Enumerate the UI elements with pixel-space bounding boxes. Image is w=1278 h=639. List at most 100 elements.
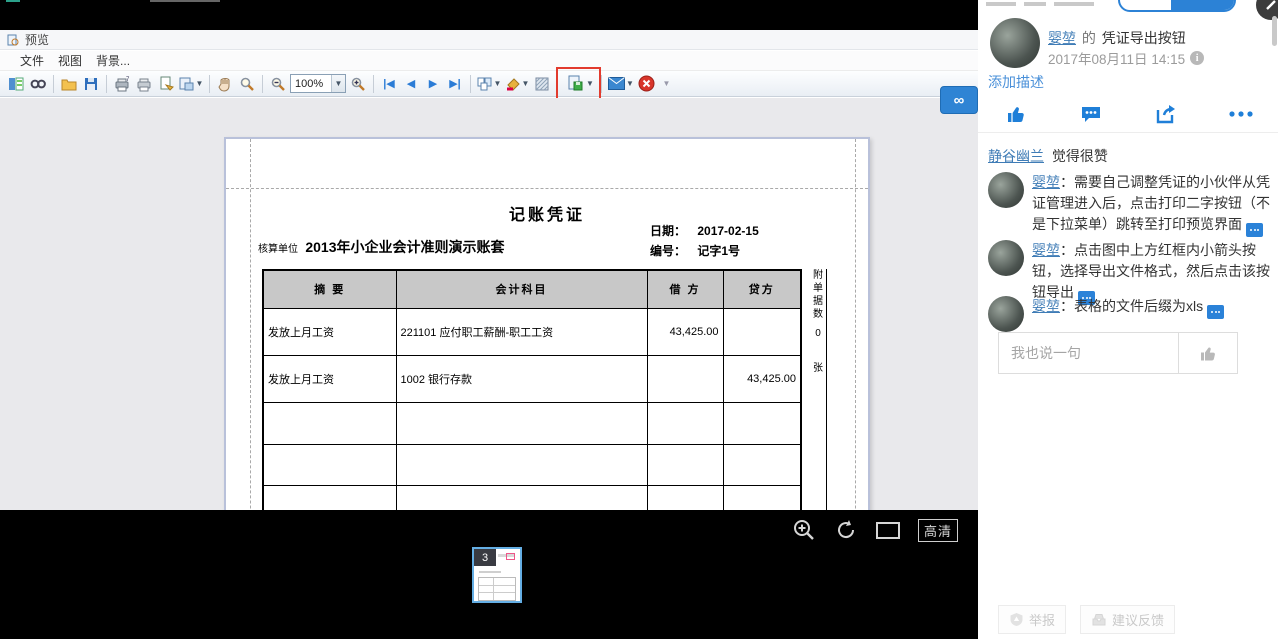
attach-unit: 张 bbox=[810, 362, 826, 375]
col-header-credit: 贷方 bbox=[723, 270, 801, 308]
margin-guide bbox=[226, 188, 868, 189]
export-dropdown-arrow[interactable]: ▼ bbox=[586, 79, 594, 88]
save-icon[interactable] bbox=[81, 74, 101, 94]
liker-link[interactable]: 静谷幽兰 bbox=[988, 148, 1044, 164]
date-value: 2017-02-15 bbox=[697, 224, 758, 238]
cut-text-fragment bbox=[1024, 2, 1046, 6]
multi-page-view-icon[interactable]: ▼ bbox=[476, 74, 502, 94]
commenter-avatar[interactable] bbox=[988, 296, 1024, 332]
hd-toggle-button[interactable]: 高清 bbox=[918, 519, 958, 542]
zoom-out-icon[interactable] bbox=[268, 74, 288, 94]
find-icon[interactable] bbox=[28, 74, 48, 94]
share-icon[interactable] bbox=[1153, 101, 1179, 127]
commenter-link[interactable]: 婴堃 bbox=[1032, 242, 1060, 258]
cell-debit bbox=[647, 355, 723, 402]
table-row bbox=[263, 402, 801, 444]
unit-label: 核算单位 bbox=[258, 244, 298, 255]
document-page: 记账凭证 日期： 2017-02-15 核算单位 2013年小企业会计准则演示账… bbox=[224, 137, 870, 510]
cell-account: 221101 应付职工薪酬-职工工资 bbox=[396, 308, 647, 355]
feedback-label: 建议反馈 bbox=[1112, 610, 1164, 629]
viewer-zoom-in-icon[interactable] bbox=[792, 518, 816, 542]
commenter-avatar[interactable] bbox=[988, 172, 1024, 208]
svg-text:7: 7 bbox=[126, 77, 130, 83]
print-settings-icon[interactable]: 7 bbox=[112, 74, 132, 94]
accounting-unit: 核算单位 2013年小企业会计准则演示账套 bbox=[258, 237, 505, 257]
export-icon[interactable] bbox=[565, 74, 585, 94]
post-actions bbox=[978, 96, 1278, 133]
zoom-tool-icon[interactable] bbox=[237, 74, 257, 94]
attach-count-column: 附单据数 0 张 bbox=[810, 269, 827, 510]
attach-value: 0 bbox=[810, 327, 826, 340]
col-header-account: 会计科目 bbox=[396, 270, 647, 308]
comment-icon[interactable] bbox=[1078, 101, 1104, 127]
comment-body: 表格的文件后缀为xls bbox=[1074, 298, 1203, 314]
more-icon[interactable] bbox=[1228, 101, 1254, 127]
info-icon[interactable]: i bbox=[1190, 51, 1204, 65]
zoom-in-icon[interactable] bbox=[348, 74, 368, 94]
thumb-mini-table bbox=[478, 577, 516, 601]
commenter-avatar[interactable] bbox=[988, 240, 1024, 276]
post-author-link[interactable]: 婴堃 bbox=[1048, 30, 1076, 46]
print-icon[interactable] bbox=[134, 74, 154, 94]
cut-toggle-button[interactable] bbox=[1118, 0, 1236, 12]
open-icon[interactable] bbox=[59, 74, 79, 94]
send-like-button[interactable] bbox=[1178, 333, 1237, 373]
menu-bar: 文件 视图 背景... bbox=[0, 51, 978, 71]
next-page-icon[interactable]: ▶ bbox=[423, 74, 443, 94]
prev-page-icon[interactable]: ◀ bbox=[401, 74, 421, 94]
infinity-icon: ∞ bbox=[954, 92, 965, 109]
viewer-rotate-icon[interactable] bbox=[834, 518, 858, 542]
cell-account: 1002 银行存款 bbox=[396, 355, 647, 402]
cell-debit: 43,425.00 bbox=[647, 308, 723, 355]
panel-footer: 举报 建议反馈 bbox=[998, 605, 1175, 634]
table-row: 发放上月工资 221101 应付职工薪酬-职工工资 43,425.00 bbox=[263, 308, 801, 355]
cell-credit bbox=[723, 308, 801, 355]
preview-window: 预览 文件 视图 背景... 7 ▼ bbox=[0, 30, 978, 510]
toolbar-overflow-icon[interactable]: ▼ bbox=[659, 74, 673, 94]
page-thumbnail[interactable]: 3 bbox=[472, 547, 522, 603]
thumbnail-page-badge: 3 bbox=[474, 549, 496, 566]
comment-input[interactable] bbox=[999, 333, 1178, 373]
close-icon[interactable] bbox=[637, 74, 657, 94]
margin-guide bbox=[855, 139, 856, 510]
add-description-link[interactable]: 添加描述 bbox=[988, 72, 1044, 92]
zoom-combobox-arrow[interactable]: ▼ bbox=[331, 75, 345, 92]
panel-scrollbar[interactable] bbox=[1272, 16, 1277, 46]
thumb-detail bbox=[479, 571, 501, 573]
cut-text-fragment bbox=[1054, 2, 1094, 6]
commenter-link[interactable]: 婴堃 bbox=[1032, 298, 1060, 314]
preview-canvas: ∞ 记账凭证 日期： 2017-02-15 核算单位 2013年小企业会计准则演… bbox=[0, 98, 978, 510]
last-page-icon[interactable]: ▶| bbox=[445, 74, 465, 94]
menu-file[interactable]: 文件 bbox=[20, 52, 44, 69]
feedback-button[interactable]: 建议反馈 bbox=[1080, 605, 1175, 634]
post-title-connector: 的 bbox=[1082, 30, 1096, 46]
voucher-title: 记账凭证 bbox=[226, 201, 868, 225]
watermark-icon[interactable] bbox=[532, 74, 552, 94]
menu-view[interactable]: 视图 bbox=[58, 52, 82, 69]
menu-background[interactable]: 背景... bbox=[96, 52, 130, 69]
like-icon[interactable] bbox=[1003, 101, 1029, 127]
cell-summary: 发放上月工资 bbox=[263, 355, 396, 402]
reply-bubble-icon[interactable] bbox=[1207, 305, 1224, 319]
email-icon[interactable]: ▼ bbox=[607, 74, 635, 94]
post-author-avatar[interactable] bbox=[990, 18, 1040, 68]
table-row bbox=[263, 485, 801, 510]
comment-sep: ： bbox=[1060, 298, 1074, 314]
commenter-link[interactable]: 婴堃 bbox=[1032, 174, 1060, 190]
background-color-icon[interactable]: ▼ bbox=[504, 74, 530, 94]
thumbnail-pane-icon[interactable] bbox=[6, 74, 26, 94]
col-header-debit: 借 方 bbox=[647, 270, 723, 308]
link-overlay-button[interactable]: ∞ bbox=[940, 86, 978, 114]
cell-credit: 43,425.00 bbox=[723, 355, 801, 402]
print-current-icon[interactable] bbox=[156, 74, 176, 94]
post-date: 2017年08月11日 14:15 i bbox=[1048, 48, 1204, 68]
report-button[interactable]: 举报 bbox=[998, 605, 1066, 634]
hand-tool-icon[interactable] bbox=[215, 74, 235, 94]
viewer-fullscreen-icon[interactable] bbox=[876, 518, 900, 542]
first-page-icon[interactable]: |◀ bbox=[379, 74, 399, 94]
screen: 预览 文件 视图 背景... 7 ▼ bbox=[0, 0, 1278, 639]
zoom-level-combobox[interactable]: 100% ▼ bbox=[290, 74, 346, 93]
comment-item: 婴堃：表格的文件后缀为xls bbox=[988, 296, 1270, 332]
page-setup-icon[interactable]: ▼ bbox=[178, 74, 204, 94]
reply-bubble-icon[interactable] bbox=[1246, 223, 1263, 237]
